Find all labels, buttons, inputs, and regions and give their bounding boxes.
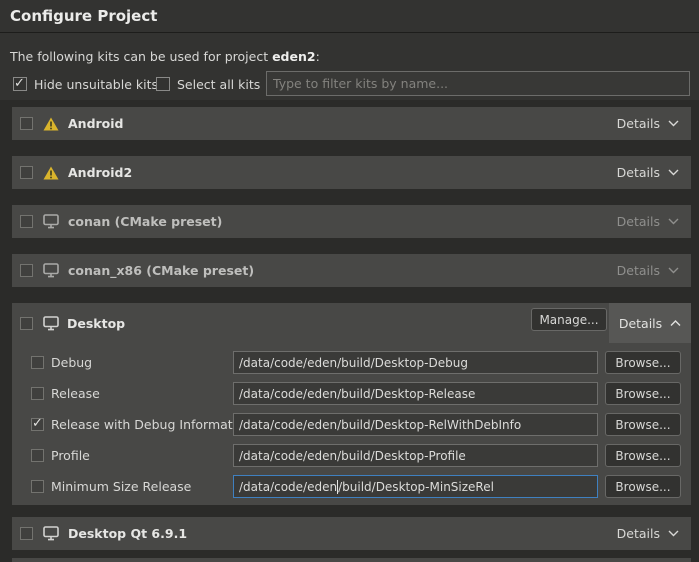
hide-unsuitable-kits-label: Hide unsuitable kits xyxy=(34,77,158,92)
browse-button-release[interactable]: Browse... xyxy=(605,382,681,405)
chevron-down-icon xyxy=(668,267,679,274)
select-all-kits-label: Select all kits xyxy=(177,77,260,92)
kits-info-text: The following kits can be used for proje… xyxy=(10,49,320,64)
build-config-row-debug: Debug Browse... xyxy=(12,351,691,374)
configure-project-page: Configure Project The following kits can… xyxy=(0,0,699,562)
build-config-row-relwithdebinfo: Release with Debug Information Browse... xyxy=(12,413,691,436)
browse-button-relwithdebinfo[interactable]: Browse... xyxy=(605,413,681,436)
build-dir-input-profile[interactable] xyxy=(233,444,598,467)
desktop-monitor-icon xyxy=(43,526,60,541)
chevron-down-icon xyxy=(668,169,679,176)
desktop-monitor-icon xyxy=(43,214,60,229)
project-name: eden2 xyxy=(272,49,316,64)
build-config-checkbox[interactable] xyxy=(31,356,44,369)
warning-icon xyxy=(43,116,60,131)
browse-button-profile[interactable]: Browse... xyxy=(605,444,681,467)
kit-row-conan-x86[interactable]: conan_x86 (CMake preset) Details xyxy=(12,254,691,287)
details-label: Details xyxy=(617,116,660,131)
kit-checkbox[interactable] xyxy=(20,215,33,228)
kit-row-conan[interactable]: conan (CMake preset) Details xyxy=(12,205,691,238)
chevron-down-icon xyxy=(668,120,679,127)
select-all-kits-checkbox[interactable] xyxy=(156,77,170,91)
kit-name: conan (CMake preset) xyxy=(68,214,222,229)
details-button-android[interactable]: Details xyxy=(605,107,691,140)
details-label: Details xyxy=(619,316,662,331)
page-title: Configure Project xyxy=(10,7,157,25)
browse-button-minsizerel[interactable]: Browse... xyxy=(605,475,681,498)
build-dir-input-debug[interactable] xyxy=(233,351,598,374)
details-label: Details xyxy=(617,165,660,180)
kit-checkbox[interactable] xyxy=(20,317,33,330)
build-config-label: Profile xyxy=(51,444,90,467)
build-config-label: Minimum Size Release xyxy=(51,475,191,498)
hide-unsuitable-kits-checkbox[interactable] xyxy=(13,77,27,91)
chevron-down-icon xyxy=(668,530,679,537)
build-config-checkbox[interactable] xyxy=(31,480,44,493)
details-button-conan[interactable]: Details xyxy=(605,205,691,238)
kit-name: Desktop Qt 6.9.1 xyxy=(68,526,187,541)
kit-checkbox[interactable] xyxy=(20,264,33,277)
build-config-label: Release xyxy=(51,382,100,405)
kit-filter-input[interactable] xyxy=(266,71,690,96)
kit-row-android2[interactable]: Android2 Details xyxy=(12,156,691,189)
chevron-up-icon xyxy=(670,320,681,327)
build-config-checkbox[interactable] xyxy=(31,418,44,431)
build-dir-input-release[interactable] xyxy=(233,382,598,405)
kits-info-prefix: The following kits can be used for proje… xyxy=(10,49,272,64)
build-config-row-profile: Profile Browse... xyxy=(12,444,691,467)
kits-info-suffix: : xyxy=(316,49,320,64)
kit-name: Desktop xyxy=(67,316,125,331)
build-config-checkbox[interactable] xyxy=(31,387,44,400)
details-label: Details xyxy=(617,526,660,541)
build-config-row-release: Release Browse... xyxy=(12,382,691,405)
browse-button-debug[interactable]: Browse... xyxy=(605,351,681,374)
path-text-after-cursor: /build/Desktop-MinSizeRel xyxy=(338,480,494,494)
kit-row-desktop: Desktop Manage... Details Debug Browse..… xyxy=(12,303,691,505)
chevron-down-icon xyxy=(668,218,679,225)
kit-row-desktop-qt[interactable]: Desktop Qt 6.9.1 Details xyxy=(12,517,691,550)
details-label: Details xyxy=(617,214,660,229)
build-config-label: Release with Debug Information xyxy=(51,413,252,436)
kit-row-android[interactable]: Android Details xyxy=(12,107,691,140)
desktop-monitor-icon xyxy=(43,316,59,331)
build-dir-input-relwithdebinfo[interactable] xyxy=(233,413,598,436)
manage-kits-button[interactable]: Manage... xyxy=(531,308,607,331)
title-separator xyxy=(0,32,699,33)
kit-name: Android2 xyxy=(68,165,132,180)
kit-checkbox[interactable] xyxy=(20,117,33,130)
next-kit-row-partial xyxy=(12,558,691,562)
build-config-row-minsizerel: Minimum Size Release /data/code/eden/bui… xyxy=(12,475,691,498)
kit-checkbox[interactable] xyxy=(20,166,33,179)
kit-name: Android xyxy=(68,116,124,131)
details-button-desktop[interactable]: Details xyxy=(609,303,691,343)
kit-name: conan_x86 (CMake preset) xyxy=(68,263,254,278)
details-button-desktop-qt[interactable]: Details xyxy=(605,517,691,550)
details-button-android2[interactable]: Details xyxy=(605,156,691,189)
build-config-checkbox[interactable] xyxy=(31,449,44,462)
details-button-conan-x86[interactable]: Details xyxy=(605,254,691,287)
build-dir-input-minsizerel[interactable]: /data/code/eden/build/Desktop-MinSizeRel xyxy=(233,475,598,498)
path-text-before-cursor: /data/code/eden xyxy=(239,480,337,494)
details-label: Details xyxy=(617,263,660,278)
desktop-monitor-icon xyxy=(43,263,60,278)
kit-checkbox[interactable] xyxy=(20,527,33,540)
build-config-label: Debug xyxy=(51,351,92,374)
warning-icon xyxy=(43,165,60,180)
